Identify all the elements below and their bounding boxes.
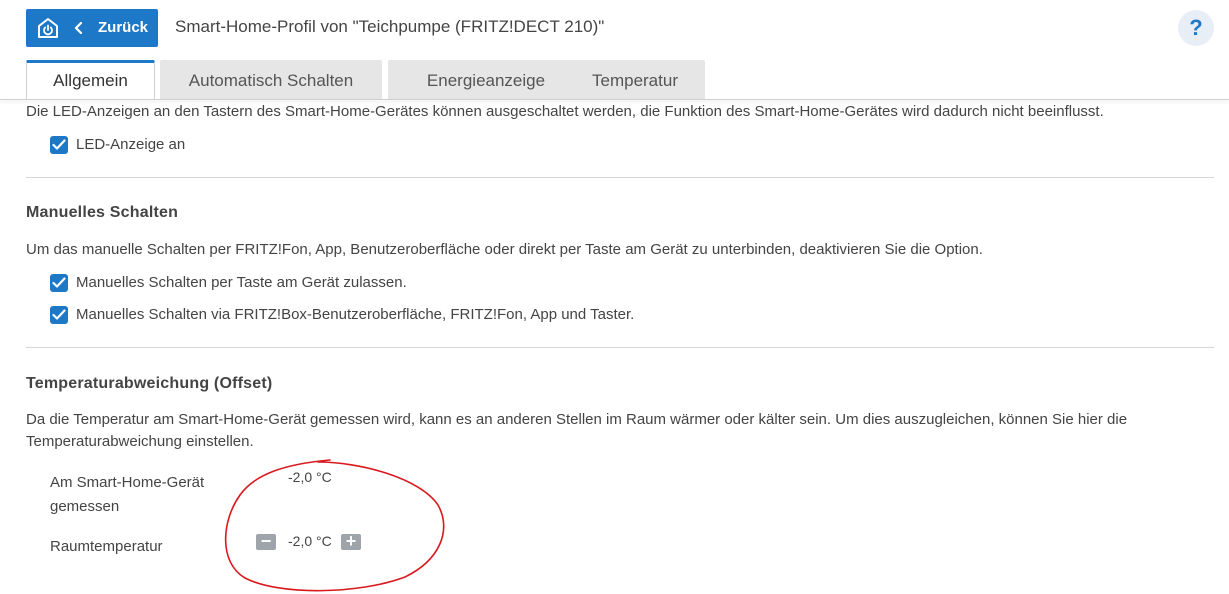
tab-temperatur[interactable]: Temperatur [565,60,705,100]
decrease-button[interactable]: − [256,531,276,551]
tab-energieanzeige[interactable]: Energieanzeige [388,60,584,100]
back-button-label: Zurück [98,19,149,36]
manual-button-label: Manuelles Schalten per Taste am Gerät zu… [76,274,407,291]
chevron-left-icon [74,22,83,34]
manual-button-checkbox[interactable] [50,274,68,292]
minus-icon: − [260,531,272,551]
checkmark-icon [52,139,66,150]
section-divider [26,347,1214,348]
offset-description-line1: Da die Temperatur am Smart-Home-Gerät ge… [26,411,1128,428]
checkmark-icon [52,309,66,320]
checkmark-icon [52,277,66,288]
increase-button[interactable]: + [341,531,361,551]
offset-description-line2: Temperaturabweichung einstellen. [26,433,254,450]
section-divider [26,177,1214,178]
home-power-icon [38,18,58,38]
room-temperature-label: Raumtemperatur [50,538,163,555]
led-checkbox-label: LED-Anzeige an [76,136,186,153]
header-divider [0,99,1229,100]
page-title: Smart-Home-Profil von "Teichpumpe (FRITZ… [175,17,605,36]
led-checkbox[interactable] [50,136,68,154]
manual-heading: Manuelles Schalten [26,204,179,221]
plus-icon: + [345,531,357,551]
manual-ui-checkbox[interactable] [50,306,68,324]
manual-ui-label: Manuelles Schalten via FRITZ!Box-Benutze… [76,306,635,323]
offset-heading: Temperaturabweichung (Offset) [26,375,273,392]
tab-automatisch-schalten[interactable]: Automatisch Schalten [160,60,382,100]
back-button[interactable]: Zurück [26,9,158,47]
header: Zurück Smart-Home-Profil von "Teichpumpe… [0,0,1229,100]
room-temperature-value[interactable]: -2,0 °C [288,533,332,549]
measured-temperature-value: -2,0 °C [288,469,332,485]
tab-allgemein[interactable]: Allgemein [26,60,155,100]
help-button[interactable]: ? [1178,10,1214,46]
manual-description: Um das manuelle Schalten per FRITZ!Fon, … [26,241,983,258]
measured-label-line2: gemessen [50,498,120,515]
measured-label-line1: Am Smart-Home-Gerät [50,474,205,491]
led-description: Die LED-Anzeigen an den Tastern des Smar… [26,103,1104,120]
